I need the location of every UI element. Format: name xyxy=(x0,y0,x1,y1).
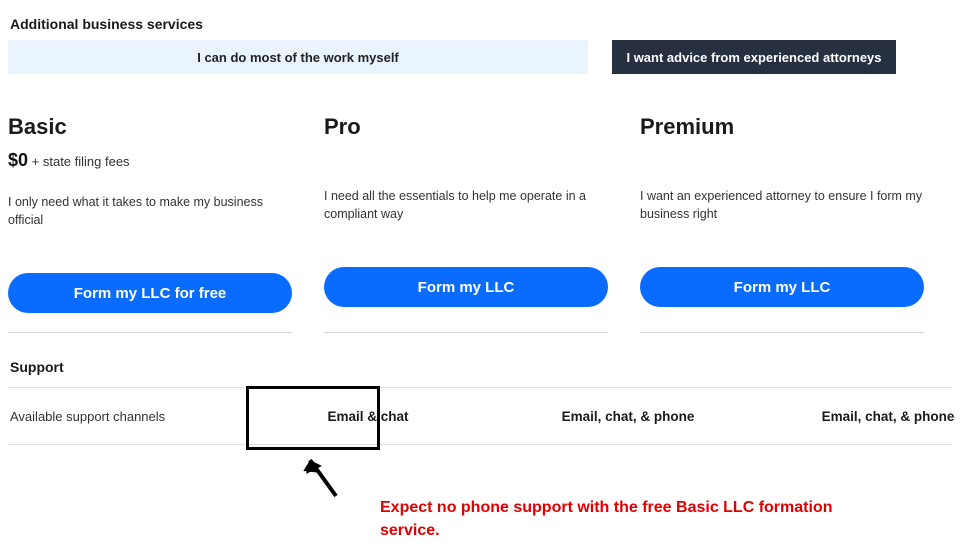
plan-desc-pro: I need all the essentials to help me ope… xyxy=(324,187,608,231)
banner-attorney: I want advice from experienced attorneys xyxy=(612,40,896,74)
plan-divider-row xyxy=(8,331,952,333)
annotation-text: Expect no phone support with the free Ba… xyxy=(380,496,880,542)
section-title: Additional business services xyxy=(10,16,952,32)
form-llc-basic-button[interactable]: Form my LLC for free xyxy=(8,273,292,313)
plan-title-premium: Premium xyxy=(640,114,924,140)
annotation-arrow-icon xyxy=(296,446,346,506)
plan-title-pro: Pro xyxy=(324,114,608,140)
plans-row: Basic $0 + state filing fees I only need… xyxy=(8,114,952,313)
support-section-label: Support xyxy=(10,359,952,375)
banner-self-serve: I can do most of the work myself xyxy=(8,40,588,74)
support-value-pro: Email, chat, & phone xyxy=(518,409,738,424)
plan-premium: Premium I want an experienced attorney t… xyxy=(640,114,924,313)
support-feature-label: Available support channels xyxy=(8,409,258,424)
plan-price-pro xyxy=(324,150,608,165)
form-llc-premium-button[interactable]: Form my LLC xyxy=(640,267,924,307)
support-feature-row: Available support channels Email & chat … xyxy=(8,388,952,445)
plan-price-suffix: + state filing fees xyxy=(28,154,130,169)
support-value-basic: Email & chat xyxy=(258,409,478,424)
plan-price-amount: $0 xyxy=(8,150,28,170)
form-llc-pro-button[interactable]: Form my LLC xyxy=(324,267,608,307)
plan-desc-premium: I want an experienced attorney to ensure… xyxy=(640,187,924,231)
plan-basic: Basic $0 + state filing fees I only need… xyxy=(8,114,292,313)
plan-pro: Pro I need all the essentials to help me… xyxy=(324,114,608,313)
support-value-premium: Email, chat, & phone xyxy=(778,409,960,424)
banner-row: I can do most of the work myself I want … xyxy=(8,40,952,74)
plan-title-basic: Basic xyxy=(8,114,292,140)
plan-desc-basic: I only need what it takes to make my bus… xyxy=(8,193,292,237)
plan-price-basic: $0 + state filing fees xyxy=(8,150,292,171)
plan-price-premium xyxy=(640,150,924,165)
page-root: Additional business services I can do mo… xyxy=(0,16,960,445)
